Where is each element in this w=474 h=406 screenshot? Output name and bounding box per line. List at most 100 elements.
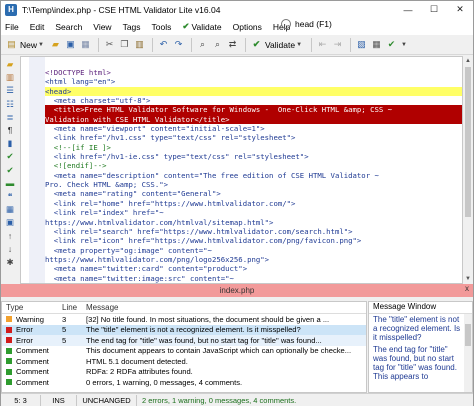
close-button[interactable]: ✕ [447,1,473,18]
new-button[interactable]: ▤ New ▼ [5,38,44,51]
code-line[interactable]: 9 <link href="/hv1-ie.css" type="text/cs… [45,152,462,161]
message-row[interactable]: Error 5 The "title" element is not a recog… [2,324,366,335]
code-line[interactable]: Validation with CSE HTML Validator</titl… [45,114,462,125]
code-line[interactable]: 7 <link href="/hv1.css" type="text/css" … [45,133,462,142]
indent-icon[interactable]: ≣ [4,112,16,123]
save-all-icon[interactable]: ▦ [79,38,92,51]
previous-message-icon[interactable]: ⇤ [316,38,329,51]
line-number-gutter [29,57,45,283]
minimize-button[interactable]: — [395,1,421,18]
message-window: Message Window The "title" element is no… [368,301,473,393]
message-row[interactable]: Warning 3 [32] No title found. In most sit… [2,314,366,325]
code-line[interactable]: 16 <link rel="icon" href="https://www.ht… [45,236,462,245]
chevron-down-icon: ▼ [38,41,44,48]
code-line[interactable]: 14 <link rel="index" href="~ [45,208,462,217]
open-folder-icon[interactable]: ▰ [49,38,62,51]
message-type-label: Comment [16,377,49,387]
code-line[interactable]: 3<head> [45,86,462,97]
validate-button[interactable]: ✔ Validate ▼ [250,38,302,51]
code-line[interactable]: 5 <title>Free HTML Validator Software fo… [45,105,462,115]
settings-icon[interactable]: ✱ [4,257,16,268]
chevron-down-icon[interactable]: ▼ [401,42,407,48]
message-row[interactable]: Error 5 The end tag for "title" was found,… [2,335,366,346]
scroll-up-icon[interactable]: ▲ [463,56,473,66]
code-editor[interactable]: 1<!DOCTYPE html>2<html lang="en">3<head>… [20,56,463,284]
menu-tools[interactable]: Tools [152,22,172,32]
grid-icon[interactable]: ▦ [370,38,383,51]
maximize-button[interactable]: ☐ [421,1,447,18]
scroll-thumb[interactable] [465,324,471,346]
tag-tree-icon[interactable]: ☰ [4,85,16,96]
tag-help-indicator[interactable]: head (F1) [281,19,332,29]
column-line-header[interactable]: Line [62,303,86,312]
column-message-header[interactable]: Message [86,303,356,312]
undo-icon[interactable]: ↶ [157,38,170,51]
redo-icon[interactable]: ↷ [172,38,185,51]
next-message-icon[interactable]: ⇥ [331,38,344,51]
code-line[interactable]: 4 <meta charset="utf-8"> [45,96,462,105]
code-line[interactable]: Pro. Check HTML &amp; CSS."> [45,180,462,189]
code-text: <!DOCTYPE html> [45,68,111,77]
code-line[interactable]: 18 <meta name="twitter:card" content="pr… [45,264,462,273]
message-row[interactable]: Comment HTML 5.1 document detected. [2,356,366,367]
list-icon[interactable]: ☷ [4,99,16,110]
messages-list[interactable]: Type Line Message Warning 3 [32] No title … [1,301,367,393]
code-line[interactable]: 2<html lang="en"> [45,77,462,86]
message-row[interactable]: Comment RDFa: 2 RDFa attributes found. [2,367,366,378]
cut-icon[interactable]: ✂ [103,38,116,51]
close-tab-button[interactable]: x [465,284,469,293]
menu-view[interactable]: View [93,22,111,32]
message-row[interactable]: Comment 0 errors, 1 warning, 0 messages, … [2,377,366,388]
code-line[interactable]: 15 <link rel="search" href="https://www.… [45,227,462,236]
code-line[interactable]: 11 <meta name="description" content="The… [45,171,462,180]
paragraph-icon[interactable]: ¶ [4,125,16,136]
replace-icon[interactable]: ⇄ [226,38,239,51]
arrow-down-icon[interactable]: ↓ [4,244,16,255]
code-line[interactable]: 13 <link rel="home" href="https://www.ht… [45,199,462,208]
save-icon[interactable]: ▣ [64,38,77,51]
folder-icon[interactable]: ▰ [4,59,16,70]
table-icon[interactable]: ▦ [4,204,16,215]
spell-check-icon[interactable]: ✔ [4,151,16,162]
window-controls: — ☐ ✕ [395,1,473,18]
code-line[interactable]: 12 <meta name="rating" content="General"… [45,189,462,198]
code-line[interactable]: 8 <!--[if IE ]> [45,143,462,152]
validate-check-icon[interactable]: ✔ [4,165,16,176]
code-line[interactable]: 19 <meta name="twitter:image:src" conten… [45,274,462,283]
code-area[interactable]: 1<!DOCTYPE html>2<html lang="en">3<head>… [45,68,462,283]
copy-icon[interactable]: ❐ [118,38,131,51]
menu-file[interactable]: File [5,22,19,32]
scroll-down-icon[interactable]: ▼ [463,274,473,284]
code-line[interactable]: 10 <![endif]--> [45,161,462,170]
menu-validate[interactable]: ✔ Validate [182,21,221,32]
spellcheck-icon[interactable]: ✔ [385,38,398,51]
menu-tags[interactable]: Tags [123,22,141,32]
format-icon[interactable]: ▧ [355,38,368,51]
bookmark-icon[interactable]: ▮ [4,138,16,149]
message-window-scrollbar[interactable] [464,314,472,392]
severity-icon [6,337,12,344]
quote-icon[interactable]: ❝ [4,191,16,202]
find-icon[interactable]: ⌕ [196,38,209,51]
code-line[interactable]: 1<!DOCTYPE html> [45,68,462,77]
block-icon[interactable]: ▬ [4,178,16,189]
code-line[interactable]: https://www.htmlvalidator.com/png/logo25… [45,255,462,264]
image-icon[interactable]: ▣ [4,217,16,228]
menu-edit[interactable]: Edit [30,22,45,32]
document-tab[interactable]: index.php x [1,284,473,297]
menu-search[interactable]: Search [55,22,82,32]
find-next-icon[interactable]: ⌕ [211,38,224,51]
column-type-header[interactable]: Type [2,303,62,312]
paste-icon[interactable]: ▥ [133,38,146,51]
arrow-up-icon[interactable]: ↑ [4,230,16,241]
message-row[interactable]: Comment This document appears to contain … [2,346,366,357]
new-button-label: New [20,39,38,50]
code-line[interactable]: 6 <meta name="viewport" content="initial… [45,124,462,133]
code-line[interactable]: 17 <meta property="og:image" content="~ [45,246,462,255]
severity-icon [6,379,12,386]
menu-options[interactable]: Options [233,22,262,32]
editor-vertical-scrollbar[interactable]: ▲ ▼ [463,56,473,284]
code-line[interactable]: https://www.htmlvalidator.com/htmlval/si… [45,218,462,227]
library-icon[interactable]: ▥ [4,72,16,83]
scroll-thumb[interactable] [465,67,471,217]
